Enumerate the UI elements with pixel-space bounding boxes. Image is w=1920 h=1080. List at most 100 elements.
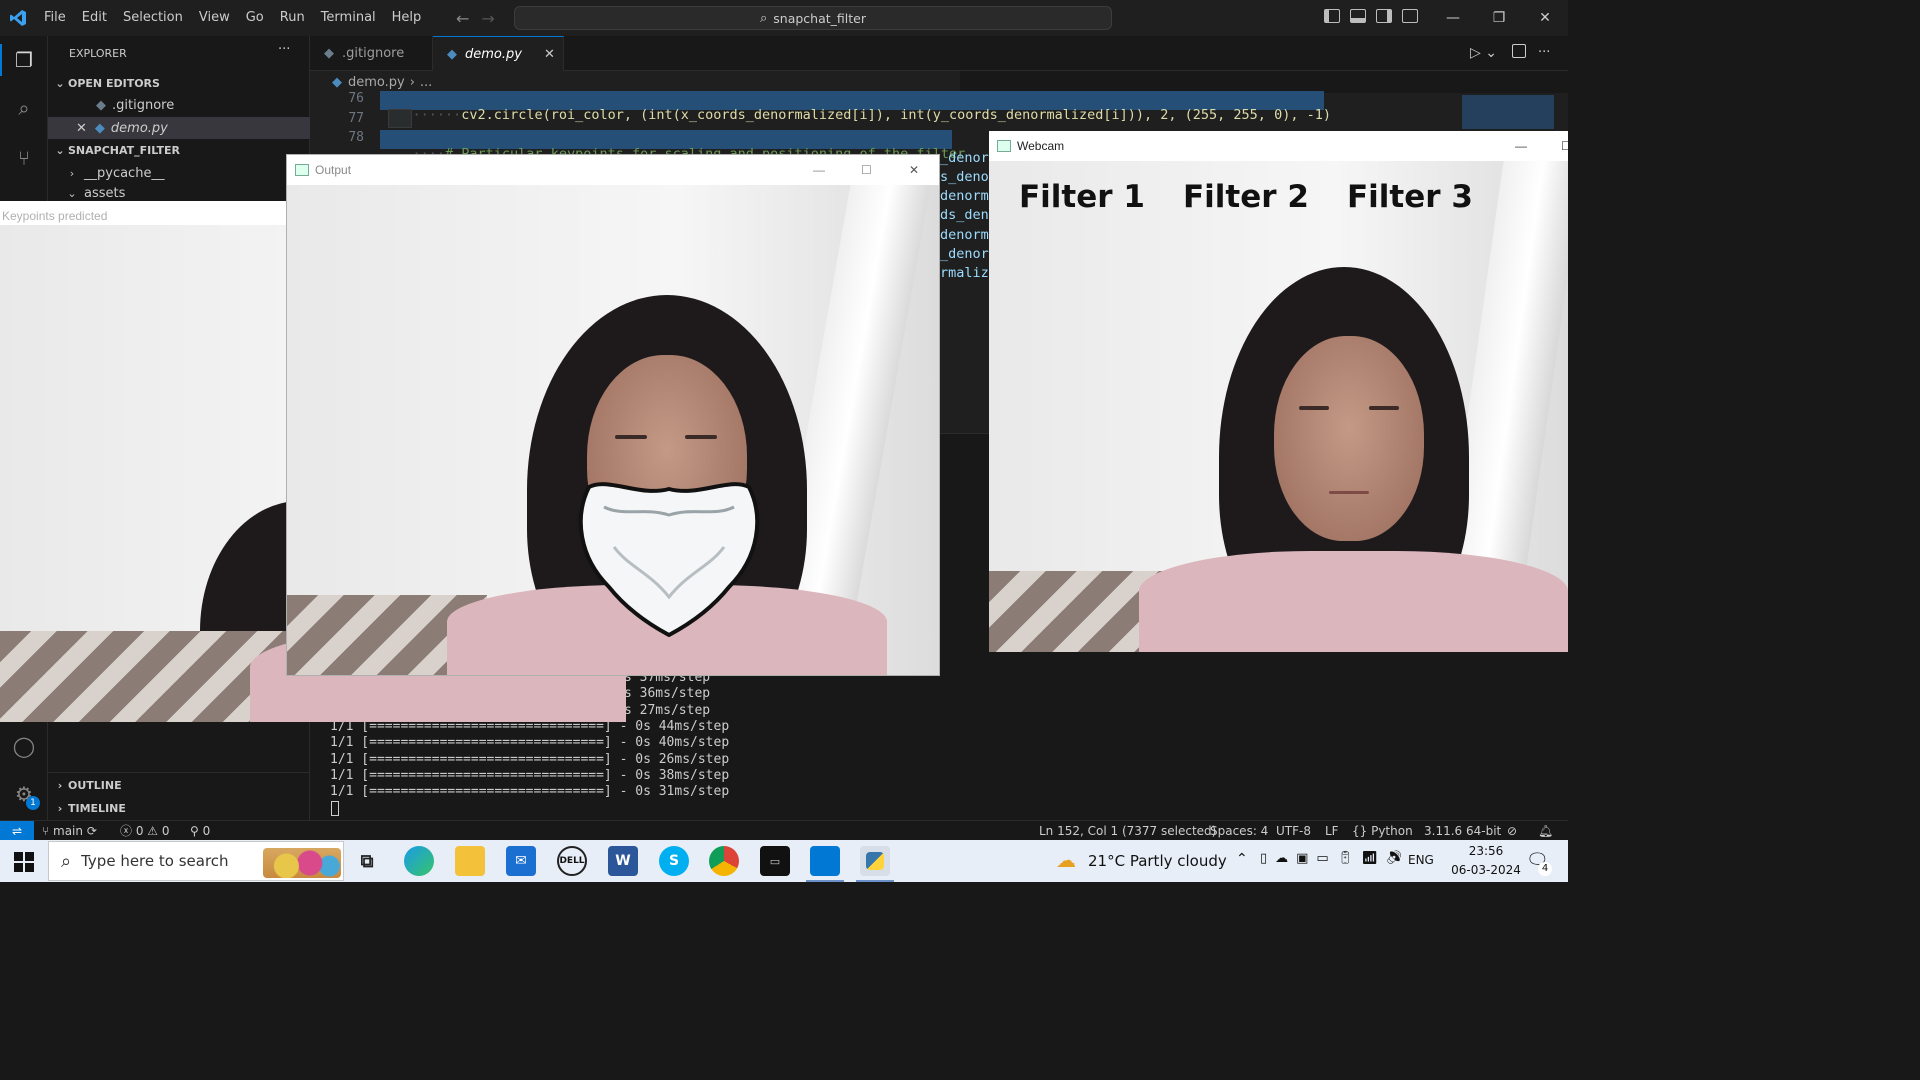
weather-icon[interactable]: ☁ xyxy=(1056,848,1076,872)
split-editor-icon[interactable] xyxy=(1512,44,1526,58)
close-icon[interactable]: ✕ xyxy=(1522,0,1568,36)
output-window[interactable]: Output — ☐ ✕ xyxy=(286,154,940,676)
maximize-icon[interactable]: ☐ xyxy=(1561,139,1568,153)
run-icon[interactable]: ▷ ⌄ xyxy=(1470,45,1497,61)
search-icon: ⌕ xyxy=(760,10,768,26)
settings-badge: 1 xyxy=(26,796,40,810)
python-interpreter[interactable]: 3.11.6 64-bit xyxy=(1424,821,1501,841)
menu-terminal[interactable]: Terminal xyxy=(313,0,384,36)
search-placeholder: Type here to search xyxy=(81,852,229,870)
mouth xyxy=(1329,491,1369,494)
indentation[interactable]: Spaces: 4 xyxy=(1210,821,1268,841)
minimize-icon[interactable]: — xyxy=(1515,139,1527,153)
terminal-app-icon[interactable]: ▭ xyxy=(760,846,790,876)
start-button-icon[interactable] xyxy=(14,852,34,872)
menu-help[interactable]: Help xyxy=(384,0,430,36)
menu-go[interactable]: Go xyxy=(238,0,272,36)
language-mode[interactable]: {} Python xyxy=(1352,821,1413,841)
skype-icon[interactable]: S xyxy=(659,846,689,876)
toggle-panel-icon[interactable] xyxy=(1350,9,1366,23)
menu-file[interactable]: File xyxy=(36,0,74,36)
more-actions-icon[interactable]: ··· xyxy=(1538,45,1550,60)
close-icon[interactable]: ✕ xyxy=(909,163,919,177)
tray-icons[interactable]: ▯☁▣▭🔋︎📶︎🔊︎ xyxy=(1260,851,1410,866)
source-control-icon[interactable]: ⑂ xyxy=(12,146,36,170)
code-line-78: ····# Particular keypoints for scaling a… xyxy=(380,130,965,162)
search-icon: ⌕ xyxy=(61,850,72,872)
open-editor-label: demo.py xyxy=(110,120,168,136)
show-hidden-icons-icon[interactable]: ⌃ xyxy=(1236,851,1248,867)
webcam-window[interactable]: Webcam — ☐ Filter 1 Filter 2 Filter 3 xyxy=(989,131,1568,652)
chrome-icon[interactable] xyxy=(709,846,739,876)
line-number: 78 xyxy=(348,130,364,145)
edge-icon[interactable] xyxy=(404,846,434,876)
remote-indicator-icon[interactable]: ⇌ xyxy=(0,821,34,841)
timeline-header[interactable]: › TIMELINE xyxy=(48,797,310,819)
command-center-search[interactable]: ⌕ snapchat_filter xyxy=(514,6,1112,30)
dell-icon[interactable]: DELL xyxy=(557,846,587,876)
customize-layout-icon[interactable] xyxy=(1402,9,1418,23)
minimap[interactable] xyxy=(1462,95,1554,129)
error-count: 0 xyxy=(135,824,144,838)
taskbar-search[interactable]: ⌕ Type here to search xyxy=(48,841,344,881)
copilot-icon[interactable]: ⊘ xyxy=(1507,821,1517,841)
menu-run[interactable]: Run xyxy=(272,0,313,36)
ports-status[interactable]: ⚲ 0 xyxy=(190,821,210,841)
terminal-cursor xyxy=(331,801,339,816)
close-tab-icon[interactable]: ✕ xyxy=(544,47,555,62)
webcam-titlebar[interactable]: Webcam — ☐ xyxy=(989,131,1568,161)
weather-text[interactable]: 21°C Partly cloudy xyxy=(1088,852,1227,870)
python-taskbar-icon[interactable] xyxy=(860,846,890,876)
maximize-icon[interactable]: ❐ xyxy=(1476,0,1522,36)
sofa xyxy=(0,631,290,722)
open-editor-demo[interactable]: ✕ ◆ demo.py xyxy=(48,117,310,139)
forward-arrow-icon[interactable]: → xyxy=(481,9,494,28)
task-view-icon[interactable]: ⧉ xyxy=(352,846,382,876)
filter-1-button[interactable]: Filter 1 xyxy=(1019,179,1145,215)
minimize-icon[interactable]: — xyxy=(813,163,825,177)
explorer-icon[interactable]: ❐ xyxy=(12,48,36,72)
more-actions-icon[interactable]: ··· xyxy=(278,42,290,57)
menu-edit[interactable]: Edit xyxy=(74,0,115,36)
project-header[interactable]: ⌄ SNAPCHAT_FILTER xyxy=(48,139,310,161)
breadcrumb-symbol[interactable]: ... xyxy=(420,75,432,90)
toggle-secondary-sidebar-icon[interactable] xyxy=(1376,9,1392,23)
outline-header[interactable]: › OUTLINE xyxy=(48,774,310,796)
back-arrow-icon[interactable]: ← xyxy=(456,9,469,28)
filter-2-button[interactable]: Filter 2 xyxy=(1183,179,1309,215)
tab-gitignore[interactable]: ◆ .gitignore xyxy=(310,36,433,71)
branch-status[interactable]: ⑂ main ⟳ xyxy=(42,821,97,841)
layout-controls xyxy=(1324,9,1418,23)
close-icon[interactable]: ✕ xyxy=(76,121,87,136)
open-editor-gitignore[interactable]: ◆ .gitignore xyxy=(48,94,310,116)
account-icon[interactable]: ◯ xyxy=(12,734,36,758)
input-language[interactable]: ENG xyxy=(1408,853,1434,867)
problems-status[interactable]: ⓧ 0 ⚠ 0 xyxy=(120,821,170,841)
filter-3-button[interactable]: Filter 3 xyxy=(1347,179,1473,215)
folder-pycache[interactable]: › __pycache__ xyxy=(48,162,310,184)
clock-date[interactable]: 06-03-2024 xyxy=(1448,863,1524,877)
line-endings[interactable]: LF xyxy=(1325,821,1339,841)
menu-selection[interactable]: Selection xyxy=(115,0,191,36)
minimize-icon[interactable]: — xyxy=(1430,0,1476,36)
encoding[interactable]: UTF-8 xyxy=(1276,821,1311,841)
folder-assets[interactable]: ⌄ assets xyxy=(48,185,310,201)
chevron-right-icon: › xyxy=(69,166,75,180)
word-icon[interactable]: W xyxy=(608,846,638,876)
toggle-sidebar-icon[interactable] xyxy=(1324,9,1340,23)
cursor-position[interactable]: Ln 152, Col 1 (7377 selected) xyxy=(1039,821,1216,841)
open-editors-header[interactable]: ⌄ OPEN EDITORS xyxy=(48,72,310,94)
output-titlebar[interactable]: Output — ☐ ✕ xyxy=(287,155,939,185)
title-bar: File Edit Selection View Go Run Terminal… xyxy=(0,0,1568,36)
mail-icon[interactable]: ✉ xyxy=(506,846,536,876)
search-icon[interactable]: ⌕ xyxy=(12,96,36,120)
terminal-line: 1/1 [==============================] - 0… xyxy=(330,784,730,799)
menu-view[interactable]: View xyxy=(191,0,238,36)
maximize-icon[interactable]: ☐ xyxy=(861,163,872,177)
breadcrumb-file[interactable]: demo.py xyxy=(348,75,405,90)
vscode-taskbar-icon[interactable] xyxy=(810,846,840,876)
file-explorer-icon[interactable] xyxy=(455,846,485,876)
tab-demo[interactable]: ◆ demo.py ✕ xyxy=(433,36,564,71)
clock-time[interactable]: 23:56 xyxy=(1460,844,1512,858)
notifications-bell-icon[interactable]: 🔔︎ xyxy=(1538,821,1553,841)
